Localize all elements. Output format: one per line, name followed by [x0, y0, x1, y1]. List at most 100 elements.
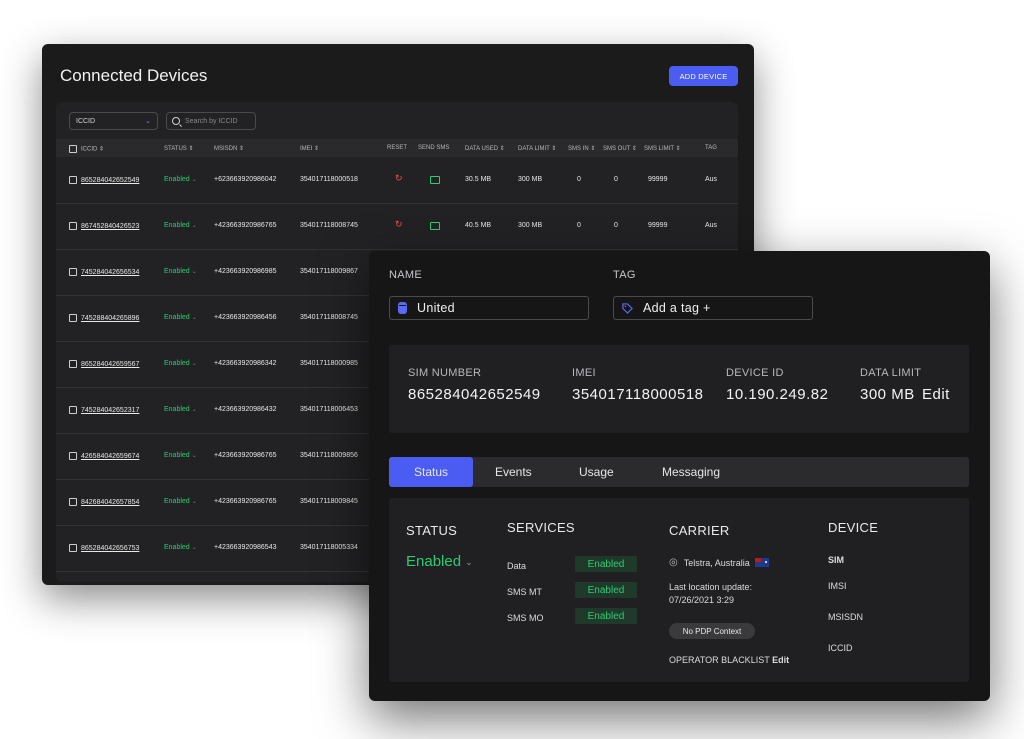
- iccid-cell: 842684042657854: [69, 498, 139, 506]
- status-cell[interactable]: Enabled ⌄: [164, 498, 197, 505]
- iccid-link[interactable]: 865284042659567: [81, 361, 139, 368]
- page-title: Connected Devices: [60, 66, 208, 85]
- operator-blacklist-edit-link[interactable]: Edit: [772, 655, 789, 665]
- filter-select[interactable]: ICCID ⌄: [69, 112, 158, 130]
- chevron-down-icon: ⌄: [145, 118, 151, 125]
- tab-events[interactable]: Events: [495, 457, 532, 487]
- data-used-cell: 30.5 MB: [465, 176, 492, 183]
- status-cell[interactable]: Enabled ⌄: [164, 268, 197, 275]
- row-checkbox[interactable]: [69, 222, 77, 230]
- chevron-down-icon: ⌄: [191, 315, 197, 321]
- data-limit-value: 300 MB: [860, 386, 915, 403]
- iccid-cell: 745284042656534: [69, 268, 139, 276]
- status-cell[interactable]: Enabled ⌄: [164, 360, 197, 367]
- status-cell[interactable]: Enabled ⌄: [164, 314, 197, 321]
- last-location-value: 07/26/2021 3:29: [669, 595, 735, 605]
- status-value: Enabled: [164, 268, 190, 275]
- reset-icon[interactable]: ↻: [395, 173, 403, 184]
- search-input[interactable]: Search by ICCID: [166, 112, 256, 130]
- status-value: Enabled: [164, 544, 190, 551]
- iccid-link[interactable]: 842684042657854: [81, 499, 139, 506]
- column-header-reset: RESET: [387, 145, 408, 151]
- reset-icon[interactable]: ↻: [395, 219, 403, 230]
- sms-in-cell: 0: [577, 222, 581, 229]
- status-cell[interactable]: Enabled ⌄: [164, 406, 197, 413]
- service-data-toggle[interactable]: Enabled: [575, 556, 637, 572]
- service-sms-mt-toggle[interactable]: Enabled: [575, 582, 637, 598]
- column-header-msisdn[interactable]: MSISDN ⇕: [214, 145, 244, 152]
- status-cell[interactable]: Enabled ⌄: [164, 452, 197, 459]
- device-item-iccid[interactable]: ICCID: [828, 643, 853, 653]
- tag-cell: Aus: [705, 176, 718, 183]
- column-header-sms-limit[interactable]: SMS LIMIT ⇕: [644, 145, 681, 152]
- row-checkbox[interactable]: [69, 406, 77, 414]
- tab-messaging[interactable]: Messaging: [662, 457, 720, 487]
- send-sms-icon[interactable]: [430, 176, 440, 184]
- data-limit-cell: 300 MB: [518, 176, 543, 183]
- select-all-checkbox[interactable]: [69, 145, 77, 153]
- column-header-data-limit[interactable]: DATA LIMIT ⇕: [518, 145, 556, 152]
- column-header-data-used[interactable]: DATA USED ⇕: [465, 145, 505, 152]
- chevron-down-icon: ⌄: [191, 223, 197, 229]
- australia-flag-icon: [754, 558, 769, 567]
- status-dropdown[interactable]: Enabled ⌄: [406, 553, 473, 570]
- status-value: Enabled: [164, 176, 190, 183]
- iccid-cell: 745288404265896: [69, 314, 139, 322]
- tab-status[interactable]: Status: [389, 457, 473, 487]
- add-device-button[interactable]: ADD DEVICE: [669, 66, 738, 86]
- carrier-line: ◎ Telstra, Australia: [669, 557, 769, 568]
- column-header-iccid[interactable]: ICCID ⇕: [69, 145, 104, 153]
- row-checkbox[interactable]: [69, 452, 77, 460]
- send-sms-icon[interactable]: [430, 222, 440, 230]
- name-field[interactable]: United: [389, 296, 589, 320]
- carrier-name: Telstra, Australia: [683, 557, 750, 568]
- msisdn-cell: +423663920986456: [214, 314, 277, 321]
- service-sms-mt-label: SMS MT: [507, 587, 542, 597]
- detail-tabs: Status Events Usage Messaging: [389, 457, 969, 487]
- row-checkbox[interactable]: [69, 498, 77, 506]
- column-header-status[interactable]: STATUS ⇕: [164, 145, 193, 152]
- tag-cell: Aus: [705, 222, 718, 229]
- row-checkbox[interactable]: [69, 314, 77, 322]
- name-label: NAME: [389, 269, 422, 281]
- data-limit-edit-link[interactable]: Edit: [922, 386, 950, 403]
- service-sms-mo-toggle[interactable]: Enabled: [575, 608, 637, 624]
- table-row[interactable]: 865284042652549 Enabled ⌄ +623663920986042 3…: [56, 157, 738, 204]
- iccid-link[interactable]: 867452840426523: [81, 223, 139, 230]
- tab-usage[interactable]: Usage: [579, 457, 614, 487]
- iccid-link[interactable]: 426584042659674: [81, 453, 139, 460]
- chevron-down-icon: ⌄: [465, 556, 473, 567]
- iccid-link[interactable]: 745284042656534: [81, 269, 139, 276]
- status-value: Enabled: [164, 222, 190, 229]
- row-checkbox[interactable]: [69, 268, 77, 276]
- device-item-imsi[interactable]: IMSI: [828, 581, 847, 591]
- table-header: ICCID ⇕ STATUS ⇕ MSISDN ⇕ IMEI ⇕ RESET S…: [56, 139, 738, 157]
- imei-cell: 354017118009867: [300, 268, 358, 275]
- status-cell[interactable]: Enabled ⌄: [164, 222, 197, 229]
- table-row[interactable]: 867452840426523 Enabled ⌄ +423663920986765 3…: [56, 203, 738, 250]
- column-header-sms-out[interactable]: SMS OUT ⇕: [603, 145, 637, 152]
- device-item-msisdn[interactable]: MSISDN: [828, 612, 863, 622]
- column-header-sms-in[interactable]: SMS IN ⇕: [568, 145, 595, 152]
- status-cell[interactable]: Enabled ⌄: [164, 544, 197, 551]
- iccid-cell: 426584042659674: [69, 452, 139, 460]
- row-checkbox[interactable]: [69, 360, 77, 368]
- device-item-sim[interactable]: SIM: [828, 555, 844, 565]
- status-value: Enabled: [164, 406, 190, 413]
- search-placeholder: Search by ICCID: [185, 117, 238, 125]
- service-sms-mo-label: SMS MO: [507, 613, 544, 623]
- row-checkbox[interactable]: [69, 544, 77, 552]
- chevron-down-icon: ⌄: [191, 407, 197, 413]
- status-value: Enabled: [164, 360, 190, 367]
- iccid-cell: 865284042656753: [69, 544, 139, 552]
- tag-field[interactable]: Add a tag +: [613, 296, 813, 320]
- status-cell[interactable]: Enabled ⌄: [164, 176, 197, 183]
- iccid-link[interactable]: 745284042652317: [81, 407, 139, 414]
- iccid-link[interactable]: 745288404265896: [81, 315, 139, 322]
- iccid-link[interactable]: 865284042652549: [81, 177, 139, 184]
- column-header-imei[interactable]: IMEI ⇕: [300, 145, 319, 152]
- imei-label: IMEI: [572, 367, 596, 379]
- operator-blacklist: OPERATOR BLACKLIST Edit: [669, 654, 789, 666]
- iccid-link[interactable]: 865284042656753: [81, 545, 139, 552]
- row-checkbox[interactable]: [69, 176, 77, 184]
